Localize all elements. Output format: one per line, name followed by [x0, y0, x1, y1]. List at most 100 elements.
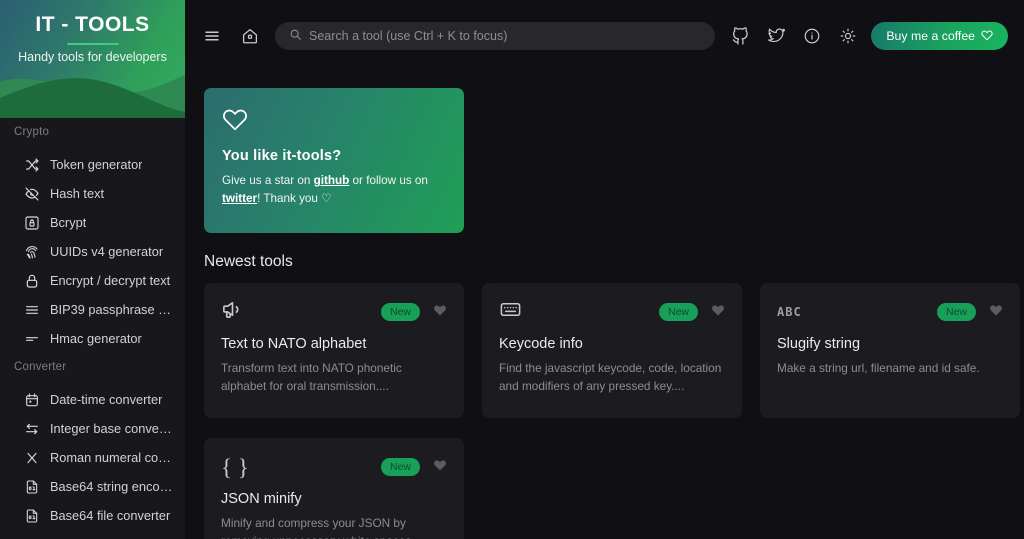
calendar-icon — [24, 392, 40, 408]
favorite-heart-icon[interactable] — [433, 303, 447, 322]
card-header-actions: New — [380, 303, 447, 322]
sidebar-item-token-generator[interactable]: Token generator — [0, 150, 185, 179]
logo-wave-front — [0, 68, 185, 118]
sidebar-item-label: Token generator — [50, 157, 143, 172]
sidebar-section-converter-label: Converter — [14, 361, 67, 373]
twitter-link[interactable]: twitter — [222, 192, 257, 205]
card-header: ABC New — [777, 299, 1003, 325]
card-description: Find the javascript keycode, code, locat… — [499, 361, 722, 393]
newest-tools-heading: Newest tools — [204, 253, 293, 270]
status-badge: New — [380, 458, 420, 476]
app-subtitle: Handy tools for developers — [18, 50, 167, 64]
search-bar[interactable] — [275, 22, 716, 50]
card-description: Make a string url, filename and id safe. — [777, 361, 980, 375]
fingerprint-icon — [24, 244, 40, 260]
sidebar-section-crypto-list: Token generator Hash text Bcrypt UUIDs v… — [0, 144, 185, 353]
coffee-button-label: Buy me a coffee — [886, 29, 975, 43]
sidebar-item-label: Hash text — [50, 186, 105, 201]
app-title: IT - TOOLS — [35, 13, 150, 36]
letter-x-icon — [24, 450, 40, 466]
banner-text: Give us a star on github or follow us on… — [222, 172, 446, 208]
padlock-icon — [24, 273, 40, 289]
status-badge: New — [380, 303, 420, 321]
main-content: You like it-tools? Give us a star on git… — [185, 72, 1024, 539]
tool-card-slugify-string[interactable]: ABC New Slugify string Make a string url… — [760, 283, 1020, 418]
tool-cards-grid: New Text to NATO alphabet Transform text… — [204, 283, 1020, 539]
sidebar: IT - TOOLS Handy tools for developers Cr… — [0, 0, 185, 539]
top-navigation-bar: Buy me a coffee — [185, 0, 1024, 72]
sidebar-item-label: Roman numeral conve... — [50, 450, 175, 465]
sidebar-logo-area[interactable]: IT - TOOLS Handy tools for developers — [0, 0, 185, 118]
card-header: New — [499, 299, 725, 325]
sidebar-item-roman-numeral-converter[interactable]: Roman numeral conve... — [0, 443, 185, 472]
file-binary-icon — [24, 508, 40, 524]
tool-card-json-minify[interactable]: { } New JSON minify Minify and compress … — [204, 438, 464, 539]
favorite-heart-icon[interactable] — [989, 303, 1003, 322]
sidebar-item-integer-base-converter[interactable]: Integer base converter — [0, 414, 185, 443]
card-title: Slugify string — [777, 336, 861, 352]
search-input[interactable] — [309, 29, 702, 43]
card-header: New — [221, 299, 447, 325]
card-title: Text to NATO alphabet — [221, 336, 367, 352]
sidebar-item-hash-text[interactable]: Hash text — [0, 179, 185, 208]
tool-card-keycode-info[interactable]: New Keycode info Find the javascript key… — [482, 283, 742, 418]
sidebar-item-base64-file-converter[interactable]: Base64 file converter — [0, 501, 185, 530]
logo-divider — [66, 43, 119, 45]
sidebar-item-label: Date-time converter — [50, 392, 163, 407]
card-description: Minify and compress your JSON by removin… — [221, 516, 414, 539]
status-badge: New — [936, 303, 976, 321]
card-header-actions: New — [658, 303, 725, 322]
github-icon[interactable] — [727, 23, 753, 49]
tool-card-text-to-nato-alphabet[interactable]: New Text to NATO alphabet Transform text… — [204, 283, 464, 418]
megaphone-icon — [221, 298, 244, 326]
sidebar-item-label: Integer base converter — [50, 421, 175, 436]
sidebar-item-uuids-v4-generator[interactable]: UUIDs v4 generator — [0, 237, 185, 266]
sidebar-item-bcrypt[interactable]: Bcrypt — [0, 208, 185, 237]
sidebar-item-hmac-generator[interactable]: Hmac generator — [0, 324, 185, 353]
keyboard-icon — [499, 298, 522, 326]
sidebar-item-encrypt-decrypt-text[interactable]: Encrypt / decrypt text — [0, 266, 185, 295]
sidebar-item-bip39-passphrase-generator[interactable]: BIP39 passphrase gen... — [0, 295, 185, 324]
card-description: Transform text into NATO phonetic alphab… — [221, 361, 402, 393]
github-link[interactable]: github — [314, 174, 350, 187]
sidebar-item-label: Base64 string encoder... — [50, 479, 175, 494]
card-header-actions: New — [380, 458, 447, 477]
braces-icon: { } — [221, 454, 249, 480]
heart-outline-icon — [222, 106, 446, 137]
home-icon[interactable] — [237, 23, 263, 49]
sidebar-section-crypto-label: Crypto — [14, 126, 50, 138]
banner-text-part3: ! Thank you ♡ — [257, 192, 332, 206]
shuffle-icon — [24, 157, 40, 173]
card-title: Keycode info — [499, 336, 583, 352]
banner-text-part2: or follow us on — [349, 174, 428, 187]
buy-me-a-coffee-button[interactable]: Buy me a coffee — [871, 22, 1008, 50]
heart-icon — [981, 29, 993, 44]
sidebar-item-label: Encrypt / decrypt text — [50, 273, 171, 288]
favorite-heart-icon[interactable] — [711, 303, 725, 322]
search-icon — [289, 28, 302, 44]
topbar-actions: Buy me a coffee — [727, 22, 1008, 50]
dash-lines-icon — [24, 331, 40, 347]
banner-title: You like it-tools? — [222, 148, 342, 164]
favorite-heart-icon[interactable] — [433, 458, 447, 477]
sidebar-item-base64-string-encoder[interactable]: Base64 string encoder... — [0, 472, 185, 501]
app-root: IT - TOOLS Handy tools for developers Cr… — [0, 0, 1024, 539]
sidebar-section-converter-list: Date-time converter Integer base convert… — [0, 379, 185, 530]
card-title: JSON minify — [221, 491, 302, 507]
hamburger-menu-icon[interactable] — [199, 23, 225, 49]
twitter-icon[interactable] — [763, 23, 789, 49]
abc-icon: ABC — [777, 305, 802, 319]
sidebar-item-label: Bcrypt — [50, 215, 87, 230]
sidebar-item-date-time-converter[interactable]: Date-time converter — [0, 385, 185, 414]
status-badge: New — [658, 303, 698, 321]
sidebar-item-label: Base64 file converter — [50, 508, 171, 523]
arrows-exchange-icon — [24, 421, 40, 437]
card-header: { } New — [221, 454, 447, 480]
file-binary-icon — [24, 479, 40, 495]
lines-icon — [24, 302, 40, 318]
sidebar-item-label: Hmac generator — [50, 331, 142, 346]
sidebar-item-label: BIP39 passphrase gen... — [50, 302, 175, 317]
sun-icon[interactable] — [835, 23, 861, 49]
info-circle-icon[interactable] — [799, 23, 825, 49]
card-header-actions: New — [936, 303, 1003, 322]
